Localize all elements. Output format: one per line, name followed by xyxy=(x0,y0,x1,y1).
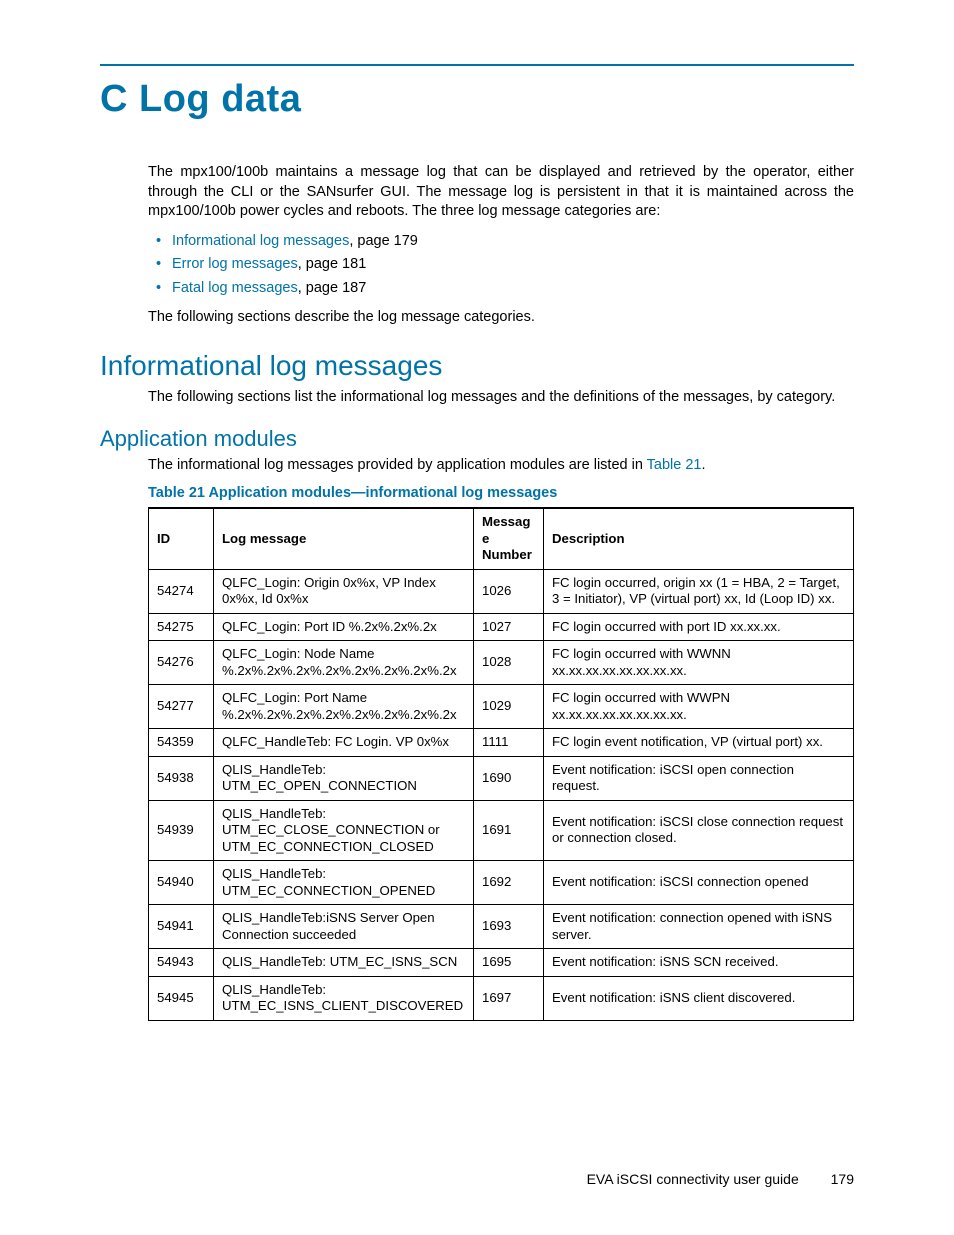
footer-page-number: 179 xyxy=(831,1171,854,1187)
cell-num: 1697 xyxy=(474,976,544,1020)
table-row: 54276QLFC_Login: Node Name %.2x%.2x%.2x%… xyxy=(149,641,854,685)
cell-num: 1029 xyxy=(474,685,544,729)
table-row: 54274QLFC_Login: Origin 0x%x, VP Index 0… xyxy=(149,569,854,613)
bullet-item: Error log messages, page 181 xyxy=(148,255,854,275)
link-table-21[interactable]: Table 21 xyxy=(647,457,702,473)
cell-log: QLIS_HandleTeb: UTM_EC_CLOSE_CONNECTION … xyxy=(214,800,474,861)
th-desc: Description xyxy=(544,508,854,569)
cell-num: 1693 xyxy=(474,905,544,949)
table-row: 54359QLFC_HandleTeb: FC Login. VP 0x%x11… xyxy=(149,729,854,757)
app-para-post: . xyxy=(701,457,705,473)
cell-desc: Event notification: iSNS SCN received. xyxy=(544,949,854,977)
top-rule xyxy=(100,64,854,66)
cell-desc: Event notification: iSNS client discover… xyxy=(544,976,854,1020)
table-caption: Table 21 Application modules—information… xyxy=(148,485,854,501)
cell-log: QLFC_Login: Port Name %.2x%.2x%.2x%.2x%.… xyxy=(214,685,474,729)
cell-desc: Event notification: iSCSI connection ope… xyxy=(544,861,854,905)
th-num: Message Number xyxy=(474,508,544,569)
cell-num: 1690 xyxy=(474,756,544,800)
cell-log: QLIS_HandleTeb: UTM_EC_CONNECTION_OPENED xyxy=(214,861,474,905)
cell-id: 54938 xyxy=(149,756,214,800)
table-header-row: ID Log message Message Number Descriptio… xyxy=(149,508,854,569)
app-para-pre: The informational log messages provided … xyxy=(148,457,647,473)
page-footer: EVA iSCSI connectivity user guide 179 xyxy=(587,1171,854,1187)
footer-title: EVA iSCSI connectivity user guide xyxy=(587,1171,799,1187)
cell-num: 1111 xyxy=(474,729,544,757)
link-informational[interactable]: Informational log messages xyxy=(172,233,349,249)
section-informational: Informational log messages xyxy=(100,350,854,382)
post-bullets-paragraph: The following sections describe the log … xyxy=(148,308,854,328)
cell-log: QLIS_HandleTeb: UTM_EC_ISNS_CLIENT_DISCO… xyxy=(214,976,474,1020)
bullet-rest: , page 179 xyxy=(349,233,418,249)
cell-id: 54359 xyxy=(149,729,214,757)
category-bullet-list: Informational log messages, page 179 Err… xyxy=(148,232,854,299)
table-row: 54275QLFC_Login: Port ID %.2x%.2x%.2x102… xyxy=(149,613,854,641)
cell-num: 1027 xyxy=(474,613,544,641)
cell-desc: FC login occurred with WWPN xx.xx.xx.xx.… xyxy=(544,685,854,729)
th-id: ID xyxy=(149,508,214,569)
cell-num: 1692 xyxy=(474,861,544,905)
app-paragraph: The informational log messages provided … xyxy=(148,456,854,476)
cell-desc: Event notification: iSCSI close connecti… xyxy=(544,800,854,861)
table-app-modules: ID Log message Message Number Descriptio… xyxy=(148,507,854,1021)
cell-desc: FC login event notification, VP (virtual… xyxy=(544,729,854,757)
cell-id: 54275 xyxy=(149,613,214,641)
table-row: 54940QLIS_HandleTeb: UTM_EC_CONNECTION_O… xyxy=(149,861,854,905)
cell-id: 54274 xyxy=(149,569,214,613)
cell-desc: Event notification: iSCSI open connectio… xyxy=(544,756,854,800)
page-heading: C Log data xyxy=(100,78,854,121)
bullet-rest: , page 187 xyxy=(298,280,367,296)
table-row: 54938QLIS_HandleTeb: UTM_EC_OPEN_CONNECT… xyxy=(149,756,854,800)
table-row: 54941QLIS_HandleTeb:iSNS Server Open Con… xyxy=(149,905,854,949)
th-log: Log message xyxy=(214,508,474,569)
intro-paragraph: The mpx100/100b maintains a message log … xyxy=(148,163,854,222)
subsection-app-modules: Application modules xyxy=(100,426,854,452)
link-error[interactable]: Error log messages xyxy=(172,256,298,272)
cell-log: QLFC_Login: Port ID %.2x%.2x%.2x xyxy=(214,613,474,641)
cell-desc: FC login occurred with WWNN xx.xx.xx.xx.… xyxy=(544,641,854,685)
table-row: 54945QLIS_HandleTeb: UTM_EC_ISNS_CLIENT_… xyxy=(149,976,854,1020)
cell-id: 54939 xyxy=(149,800,214,861)
cell-log: QLFC_HandleTeb: FC Login. VP 0x%x xyxy=(214,729,474,757)
table-row: 54939QLIS_HandleTeb: UTM_EC_CLOSE_CONNEC… xyxy=(149,800,854,861)
bullet-item: Fatal log messages, page 187 xyxy=(148,279,854,299)
info-paragraph: The following sections list the informat… xyxy=(148,388,854,408)
table-row: 54277QLFC_Login: Port Name %.2x%.2x%.2x%… xyxy=(149,685,854,729)
cell-num: 1691 xyxy=(474,800,544,861)
cell-id: 54945 xyxy=(149,976,214,1020)
cell-id: 54277 xyxy=(149,685,214,729)
cell-num: 1026 xyxy=(474,569,544,613)
cell-log: QLIS_HandleTeb:iSNS Server Open Connecti… xyxy=(214,905,474,949)
bullet-rest: , page 181 xyxy=(298,256,367,272)
cell-log: QLIS_HandleTeb: UTM_EC_ISNS_SCN xyxy=(214,949,474,977)
cell-id: 54276 xyxy=(149,641,214,685)
link-fatal[interactable]: Fatal log messages xyxy=(172,280,298,296)
bullet-item: Informational log messages, page 179 xyxy=(148,232,854,252)
cell-desc: FC login occurred, origin xx (1 = HBA, 2… xyxy=(544,569,854,613)
cell-log: QLFC_Login: Origin 0x%x, VP Index 0x%x, … xyxy=(214,569,474,613)
cell-desc: FC login occurred with port ID xx.xx.xx. xyxy=(544,613,854,641)
cell-id: 54941 xyxy=(149,905,214,949)
cell-num: 1695 xyxy=(474,949,544,977)
cell-num: 1028 xyxy=(474,641,544,685)
cell-id: 54943 xyxy=(149,949,214,977)
cell-id: 54940 xyxy=(149,861,214,905)
cell-log: QLIS_HandleTeb: UTM_EC_OPEN_CONNECTION xyxy=(214,756,474,800)
table-row: 54943QLIS_HandleTeb: UTM_EC_ISNS_SCN1695… xyxy=(149,949,854,977)
cell-log: QLFC_Login: Node Name %.2x%.2x%.2x%.2x%.… xyxy=(214,641,474,685)
cell-desc: Event notification: connection opened wi… xyxy=(544,905,854,949)
